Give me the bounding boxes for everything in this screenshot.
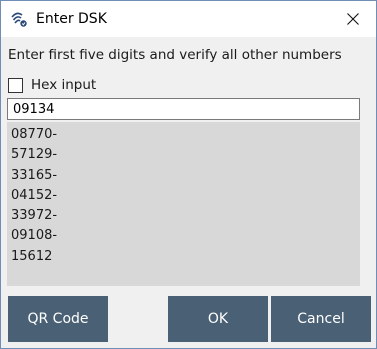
dsk-number: 08770- <box>11 127 58 142</box>
dsk-number: 57129- <box>11 147 58 163</box>
dsk-number: 09108- <box>11 228 58 244</box>
hex-input-checkbox[interactable] <box>8 77 23 93</box>
zwave-icon <box>11 12 27 27</box>
hex-input-label: Hex input <box>31 77 97 93</box>
dialog-content: Enter first five digits and verify all o… <box>1 37 376 348</box>
dsk-number: 15612 <box>11 248 53 264</box>
ok-button[interactable]: OK <box>168 296 268 342</box>
qr-code-button[interactable]: QR Code <box>8 296 108 342</box>
dsk-number: 04152- <box>11 187 58 203</box>
cancel-button[interactable]: Cancel <box>271 296 371 342</box>
title-bar: Enter DSK <box>1 1 376 37</box>
dsk-number: 33972- <box>11 208 58 224</box>
dialog-window: Enter DSK Enter first five digits and ve… <box>0 0 377 349</box>
dsk-input-field[interactable] <box>7 98 360 120</box>
window-title: Enter DSK <box>36 11 107 27</box>
close-button[interactable] <box>330 1 376 37</box>
hex-input-option[interactable]: Hex input <box>8 75 96 95</box>
dsk-numbers-display: 08770- 57129- 33165- 04152- 33972- 09108… <box>7 122 360 286</box>
close-icon <box>347 13 359 25</box>
dsk-number: 33165- <box>11 167 58 183</box>
instruction-text: Enter first five digits and verify all o… <box>8 47 342 63</box>
